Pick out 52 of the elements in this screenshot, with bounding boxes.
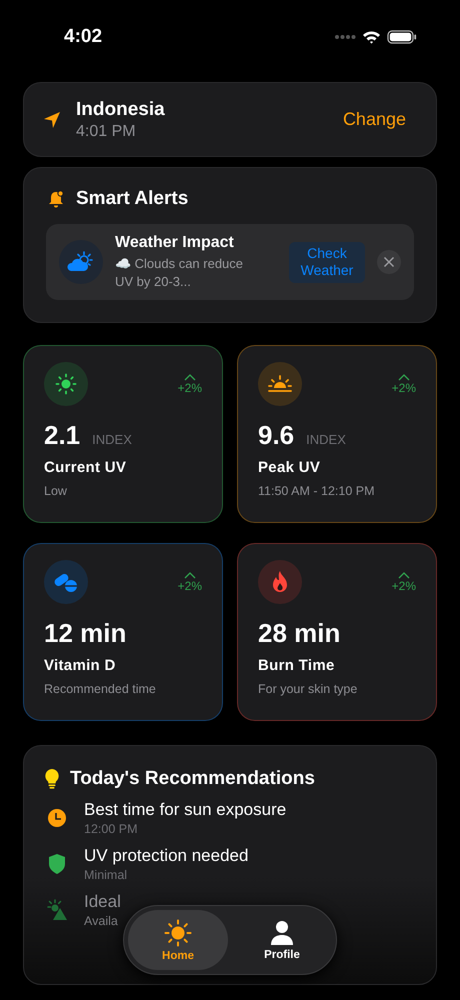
metric-caption: 11:50 AM - 12:10 PM: [258, 484, 376, 498]
metric-caption: Recommended time: [44, 682, 157, 696]
metric-label: Vitamin D: [44, 657, 117, 674]
caret-up-icon: [398, 572, 410, 580]
trend-value: +2%: [178, 579, 202, 594]
recommendation-subtitle: 12:00 PM: [84, 822, 139, 836]
caret-up-icon: [184, 374, 196, 382]
location-arrow-icon: [42, 110, 62, 130]
trend-value: +2%: [392, 579, 416, 594]
change-button[interactable]: Change: [342, 109, 406, 130]
metric-caption: Low: [44, 484, 68, 498]
metric-value: 9.6: [258, 420, 294, 452]
sun-icon: [164, 918, 192, 946]
cloud-sun-icon: [59, 240, 103, 284]
close-icon[interactable]: [377, 250, 401, 274]
metric-unit: INDEX: [306, 432, 346, 448]
recommendation-title: UV protection needed: [84, 846, 248, 866]
metric-value: 12 min: [44, 618, 126, 650]
metric-caption: For your skin type: [258, 682, 358, 696]
caret-up-icon: [184, 572, 196, 580]
flame-icon: [258, 560, 302, 604]
location-name: Indonesia: [76, 98, 166, 120]
location-time: 4:01 PM: [76, 122, 137, 140]
lightbulb-icon: [44, 768, 60, 790]
recommendation-subtitle: Minimal: [84, 868, 128, 882]
tab[interactable]: Home: [128, 910, 228, 970]
metric-label: Peak UV: [258, 459, 322, 476]
section-title: Today's Recommendations: [70, 768, 315, 790]
tab[interactable]: Profile: [232, 910, 332, 970]
metric-label: Burn Time: [258, 657, 336, 674]
pills-icon: [44, 560, 88, 604]
metric-value: 28 min: [258, 618, 340, 650]
metric-unit: INDEX: [92, 432, 132, 448]
alert-message: ☁ Clouds can reduce UV by 20-3...: [115, 255, 244, 290]
caret-up-icon: [398, 374, 410, 382]
signal-icon: [334, 34, 356, 40]
wifi-icon: [362, 30, 381, 44]
battery-icon: [387, 30, 417, 44]
person-icon: [270, 920, 294, 946]
sunrise-icon: [258, 362, 302, 406]
sun-icon: [44, 362, 88, 406]
recommendation-title: Best time for sun exposure: [84, 800, 286, 820]
trend-value: +2%: [392, 381, 416, 396]
metric-label: Current UV: [44, 459, 128, 476]
recommendation-title: Ideal: [84, 892, 121, 912]
recommendation-subtitle: Availa: [84, 914, 119, 928]
section-title: Smart Alerts: [76, 188, 188, 210]
check-weather-button[interactable]: Check Weather: [289, 242, 365, 283]
trend-value: +2%: [178, 381, 202, 396]
status-time: 4:02: [64, 26, 102, 48]
metric-value: 2.1: [44, 420, 80, 452]
alert-title: Weather Impact: [115, 234, 235, 252]
